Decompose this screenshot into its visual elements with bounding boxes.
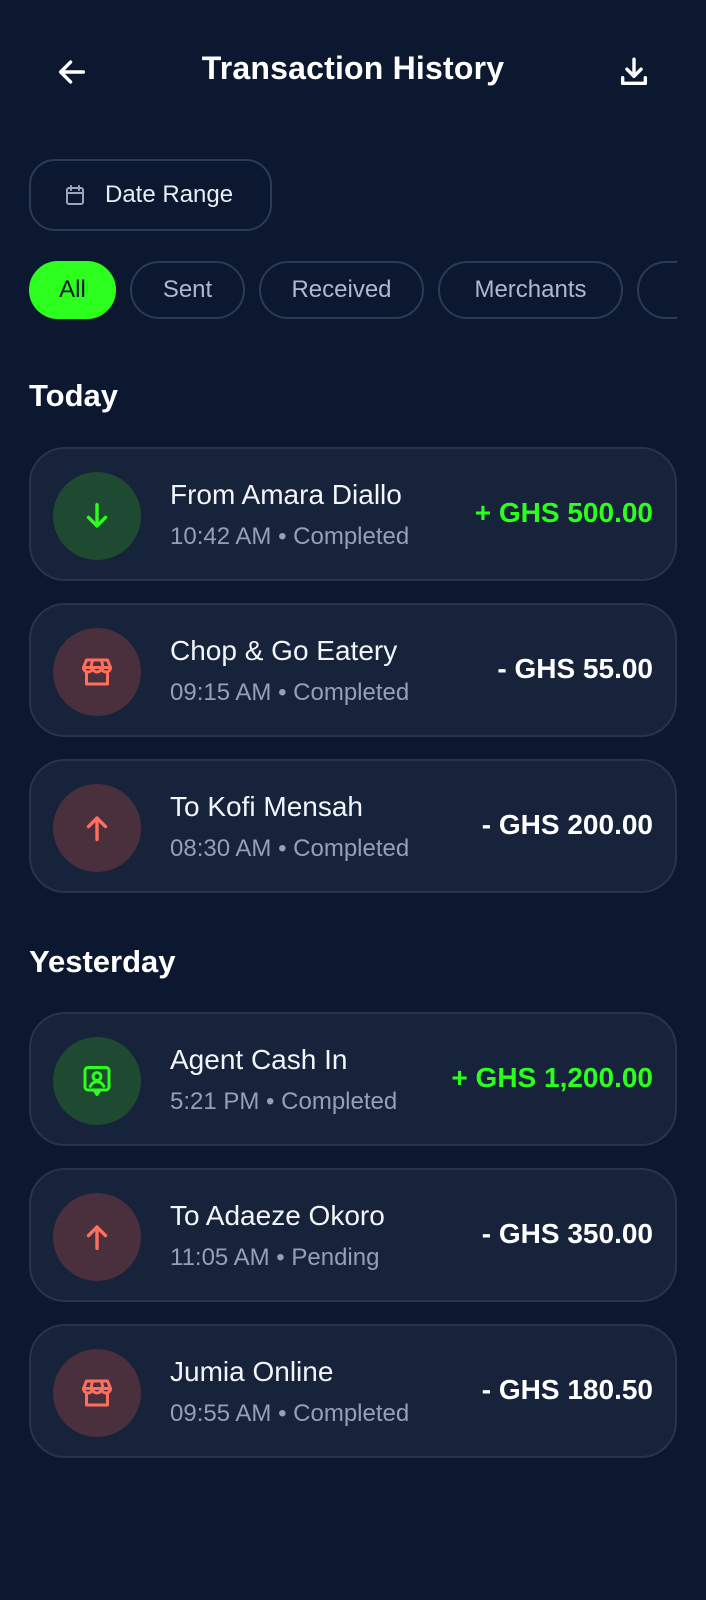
filter-chips: All Sent Received Merchants [29, 261, 677, 321]
transaction-name: Agent Cash In [170, 1044, 348, 1075]
transaction-amount: - GHS 180.50 [481, 1374, 653, 1405]
store-icon [82, 1379, 112, 1407]
transaction-status: Completed [293, 523, 410, 550]
filter-chip-received[interactable]: Received [259, 261, 424, 319]
transaction-name: From Amara Diallo [170, 479, 402, 510]
arrow-up-icon [86, 816, 108, 842]
arrow-down-icon [86, 502, 108, 528]
date-range-button[interactable]: Date Range [29, 159, 272, 231]
transaction-status: Pending [291, 1244, 380, 1271]
transaction-status: Completed [293, 835, 410, 862]
date-range-label: Date Range [105, 181, 234, 208]
section-title-today: Today [29, 378, 118, 413]
transaction-icon [53, 472, 141, 560]
transaction-icon [53, 1037, 141, 1125]
transaction-icon [53, 628, 141, 716]
agent-icon [83, 1066, 111, 1096]
filter-chip-sent[interactable]: Sent [130, 261, 245, 319]
transaction-icon [53, 1193, 141, 1281]
download-icon [620, 57, 648, 86]
transaction-card[interactable]: To Kofi Mensah 08:30 AM • Completed - GH… [29, 759, 677, 893]
transaction-meta: 09:15 AM • Completed [170, 679, 410, 706]
transaction-time: 5:21 PM [170, 1088, 260, 1115]
filter-chip-more[interactable] [637, 261, 677, 319]
store-icon [82, 658, 112, 686]
transaction-time: 11:05 AM [170, 1244, 270, 1271]
page-title: Transaction History [201, 50, 505, 86]
download-button[interactable] [614, 52, 654, 92]
transaction-meta: 5:21 PM • Completed [170, 1088, 398, 1115]
transaction-status: Completed [281, 1088, 398, 1115]
transaction-time: 08:30 AM [170, 835, 272, 862]
transaction-card[interactable]: To Adaeze Okoro 11:05 AM • Pending - GHS… [29, 1168, 677, 1302]
transaction-card[interactable]: From Amara Diallo 10:42 AM • Completed +… [29, 447, 677, 581]
transaction-history-screen: Transaction History Date Range All Sent … [0, 0, 706, 1600]
transaction-status: Completed [293, 1400, 410, 1427]
transaction-time: 09:55 AM [170, 1400, 272, 1427]
transaction-status: Completed [293, 679, 410, 706]
filter-chip-merchants[interactable]: Merchants [438, 261, 623, 319]
transaction-icon [53, 784, 141, 872]
transaction-amount: - GHS 55.00 [497, 653, 653, 684]
transaction-name: To Kofi Mensah [170, 791, 363, 822]
transaction-time: 09:15 AM [170, 679, 272, 706]
transaction-card[interactable]: Chop & Go Eatery 09:15 AM • Completed - … [29, 603, 677, 737]
transaction-meta: 08:30 AM • Completed [170, 835, 410, 862]
transaction-meta: 11:05 AM • Pending [170, 1244, 380, 1271]
transaction-amount: + GHS 500.00 [474, 497, 653, 528]
transaction-amount: - GHS 350.00 [481, 1218, 653, 1249]
transaction-meta: 10:42 AM • Completed [170, 523, 410, 550]
section-title-yesterday: Yesterday [29, 944, 176, 979]
calendar-icon [66, 185, 84, 205]
transaction-card[interactable]: Agent Cash In 5:21 PM • Completed + GHS … [29, 1012, 677, 1146]
transaction-name: To Adaeze Okoro [170, 1200, 385, 1231]
transaction-name: Chop & Go Eatery [170, 635, 398, 666]
transaction-amount: - GHS 200.00 [481, 809, 653, 840]
transaction-meta: 09:55 AM • Completed [170, 1400, 410, 1427]
transaction-card[interactable]: Jumia Online 09:55 AM • Completed - GHS … [29, 1324, 677, 1458]
arrow-up-icon [86, 1225, 108, 1251]
transaction-time: 10:42 AM [170, 523, 272, 550]
transaction-amount: + GHS 1,200.00 [451, 1062, 653, 1093]
filter-chip-all[interactable]: All [29, 261, 116, 319]
transaction-icon [53, 1349, 141, 1437]
header: Transaction History [0, 0, 706, 148]
transaction-name: Jumia Online [170, 1356, 334, 1387]
